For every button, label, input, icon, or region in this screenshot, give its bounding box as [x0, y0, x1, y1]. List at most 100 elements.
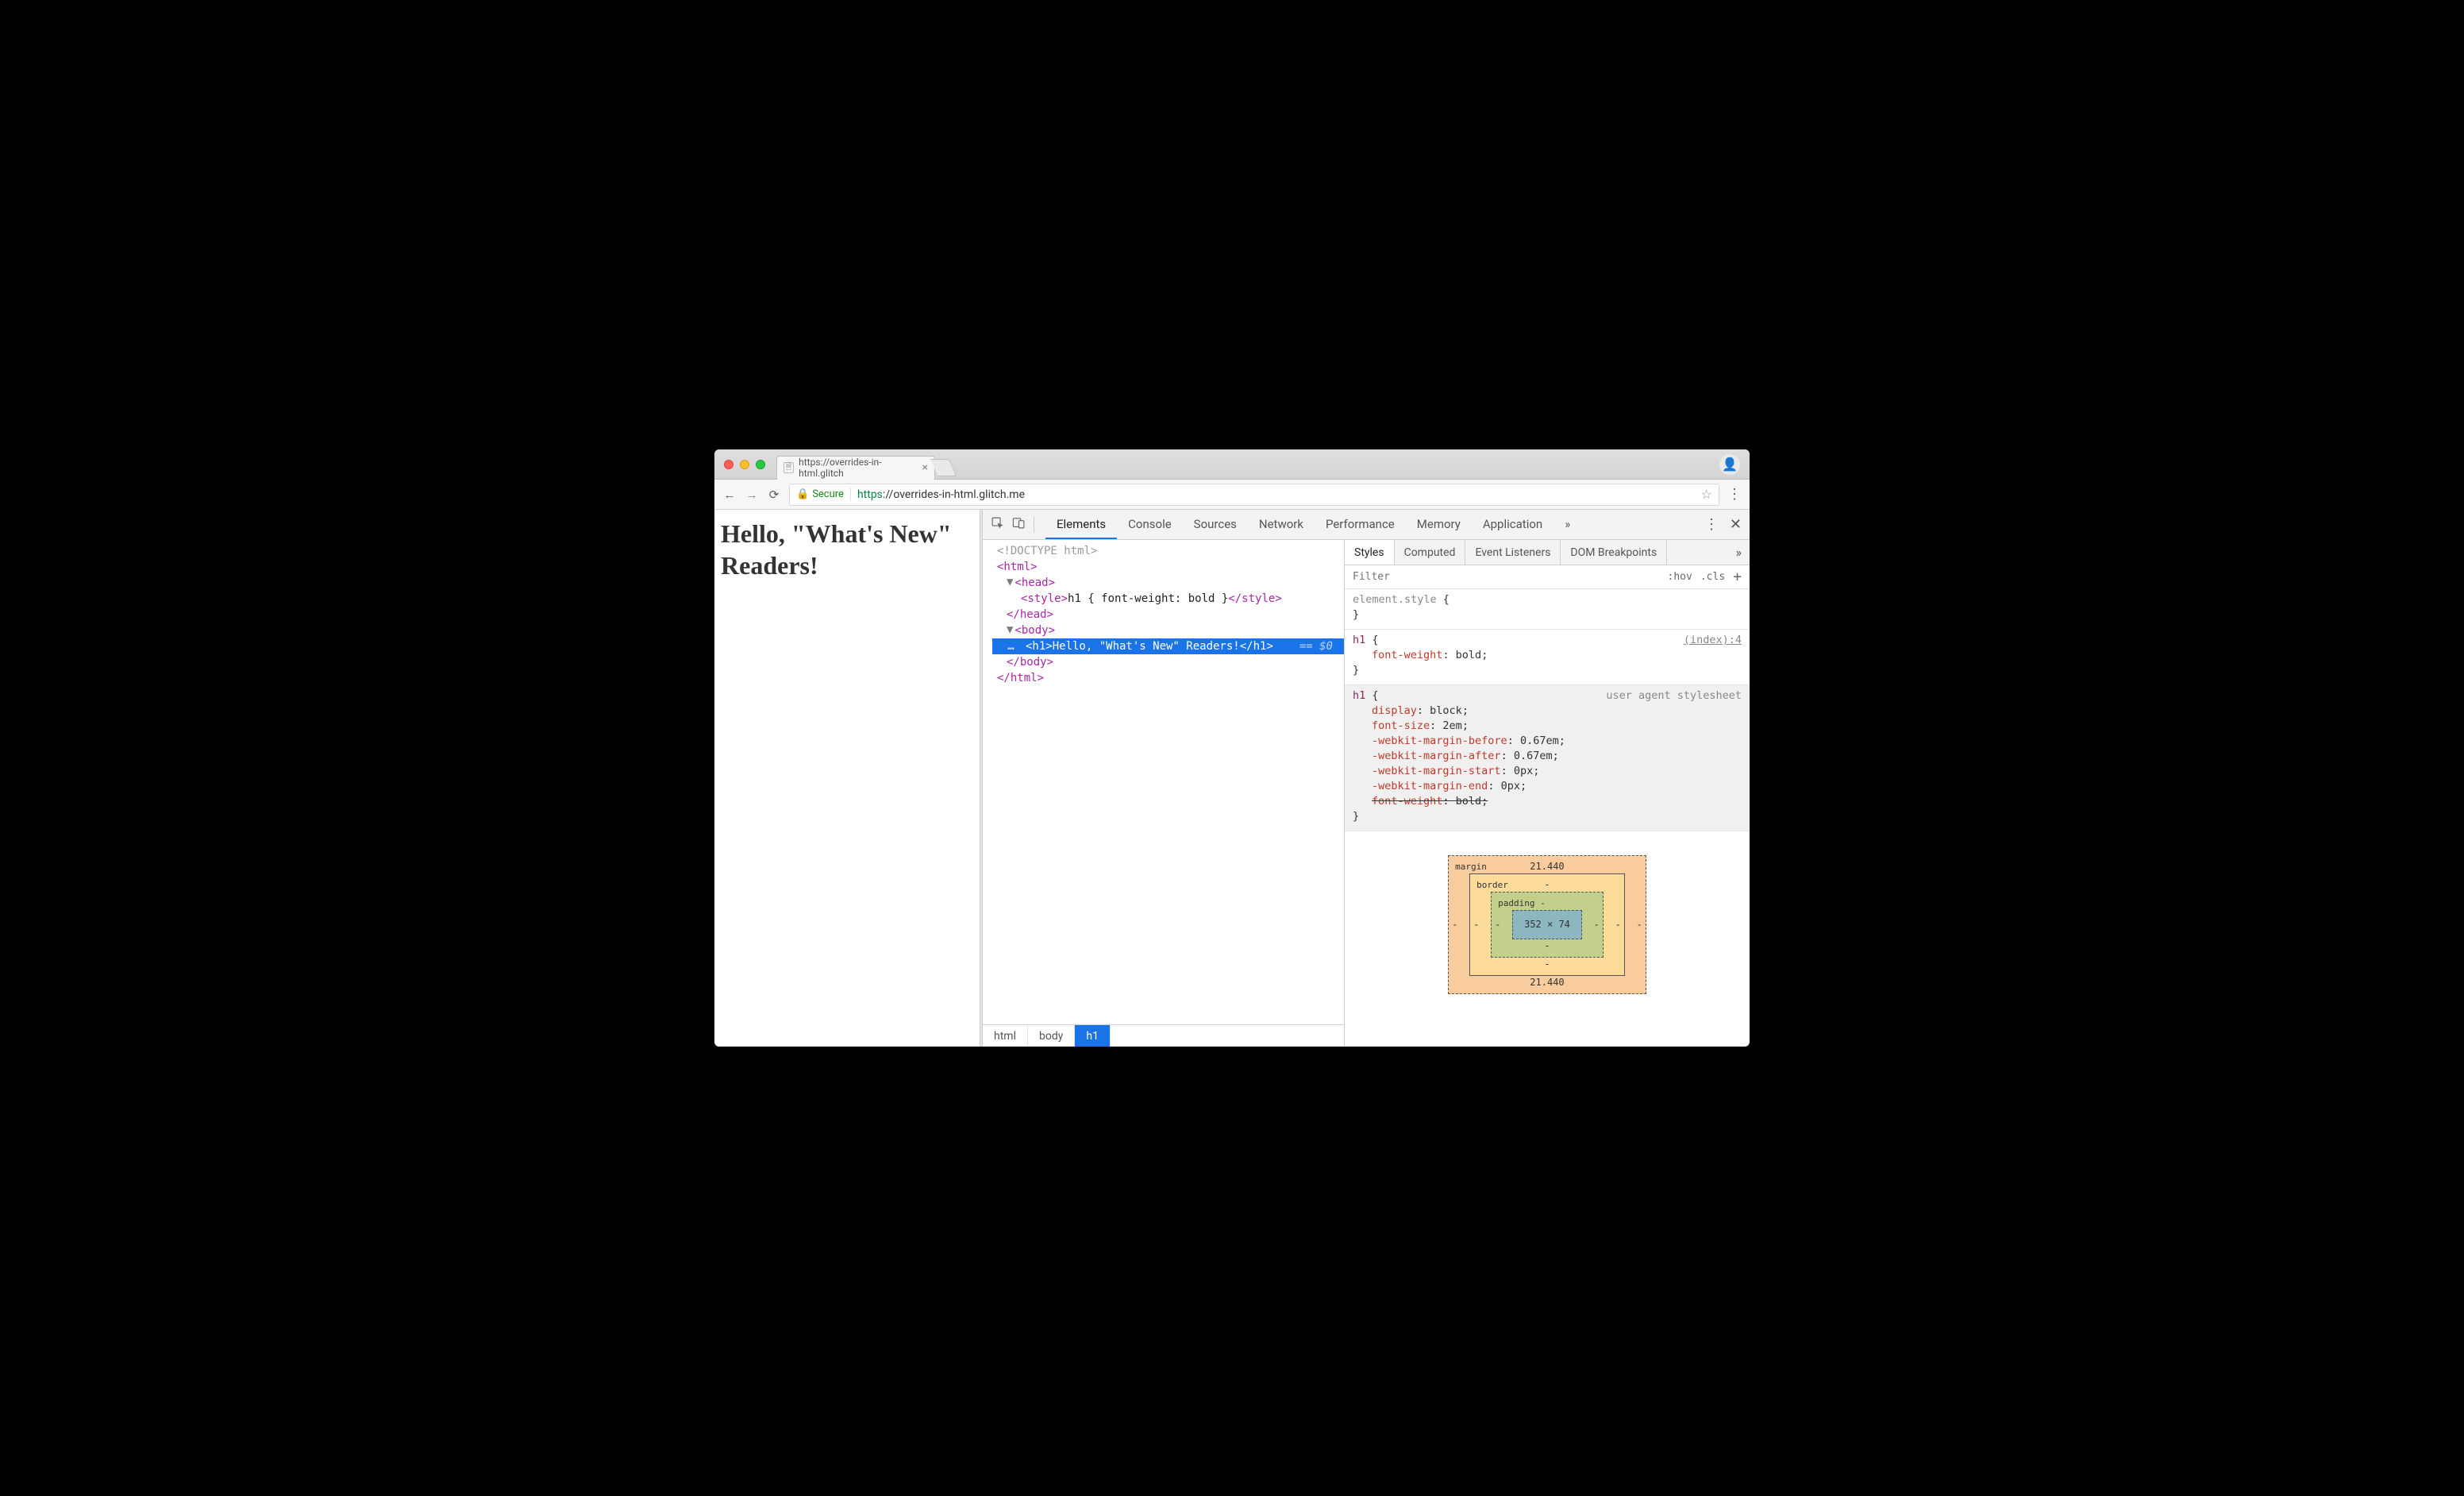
address-bar[interactable]: 🔒 Secure https://overrides-in-html.glitc…	[789, 484, 1719, 506]
back-icon[interactable]: ←	[722, 488, 737, 502]
bookmark-star-icon[interactable]: ☆	[1701, 487, 1712, 502]
decl-prop: -webkit-margin-start	[1372, 765, 1501, 777]
url-scheme: https	[857, 488, 883, 501]
crumb-body[interactable]: body	[1028, 1025, 1075, 1047]
devtools-trailing-icons: ⋮ ✕	[1704, 510, 1742, 539]
brace: }	[1353, 810, 1359, 823]
tab-overflow[interactable]: »	[1553, 510, 1581, 539]
dom-head-close: </head>	[1007, 608, 1053, 621]
devtools-close-icon[interactable]: ✕	[1730, 516, 1742, 533]
rule-source-label: user agent stylesheet	[1606, 688, 1742, 704]
sidebar-tabs-overflow-icon[interactable]: »	[1728, 540, 1750, 565]
selected-gutter: …	[997, 638, 1026, 654]
box-border-right: -	[1615, 917, 1621, 932]
decl-prop: -webkit-margin-after	[1372, 750, 1501, 762]
tab-label: DOM Breakpoints	[1570, 546, 1657, 559]
hov-toggle[interactable]: :hov	[1668, 571, 1692, 583]
declaration[interactable]: -webkit-margin-before: 0.67em;	[1353, 734, 1742, 749]
dom-html-close: </html>	[997, 672, 1044, 684]
box-margin-right: -	[1637, 917, 1642, 932]
dom-style-text: h1 { font-weight: bold }	[1068, 592, 1228, 605]
new-rule-icon[interactable]: +	[1733, 570, 1742, 584]
brace: }	[1353, 664, 1359, 677]
browser-tab[interactable]: 🗎 https://overrides-in-html.glitch ×	[776, 456, 935, 480]
decl-prop: display	[1372, 704, 1417, 717]
crumb-label: html	[994, 1030, 1016, 1043]
rule-h1-user-agent[interactable]: user agent stylesheet h1 { display: bloc…	[1345, 685, 1750, 831]
declaration-overridden[interactable]: font-weight: bold;	[1353, 794, 1742, 809]
dom-h1-text: Hello, "What's New" Readers!	[1053, 640, 1240, 653]
inspect-icon[interactable]	[991, 516, 1004, 533]
device-toggle-icon[interactable]	[1012, 516, 1026, 533]
declaration[interactable]: -webkit-margin-end: 0px;	[1353, 779, 1742, 794]
dom-tree[interactable]: <!DOCTYPE html> <html> ▼<head> <style>h1…	[983, 540, 1344, 1024]
dom-selected-node[interactable]: … <h1>Hello, "What's New" Readers!</h1> …	[992, 638, 1344, 654]
zoom-window-icon[interactable]	[756, 460, 765, 469]
tab-memory[interactable]: Memory	[1406, 510, 1472, 539]
declaration[interactable]: display: block;	[1353, 704, 1742, 719]
reload-icon[interactable]: ⟳	[767, 488, 781, 502]
tab-label: Sources	[1194, 517, 1237, 531]
declaration[interactable]: font-size: 2em;	[1353, 719, 1742, 734]
brace: {	[1365, 689, 1378, 702]
tab-application[interactable]: Application	[1472, 510, 1553, 539]
url-rest: ://overrides-in-html.glitch.me	[883, 488, 1025, 501]
rule-source-link[interactable]: (index):4	[1684, 633, 1742, 648]
secure-badge: 🔒 Secure	[796, 488, 844, 500]
dom-selected-suffix: == $0	[1299, 638, 1339, 654]
crumb-h1[interactable]: h1	[1075, 1025, 1111, 1047]
devtools-body: <!DOCTYPE html> <html> ▼<head> <style>h1…	[983, 540, 1750, 1047]
avatar-glyph: 👤	[1722, 457, 1738, 472]
tab-title: https://overrides-in-html.glitch	[799, 457, 917, 479]
declaration[interactable]: -webkit-margin-start: 0px;	[1353, 764, 1742, 779]
box-border-bottom: -	[1544, 957, 1550, 972]
sidebar-tab-event-listeners[interactable]: Event Listeners	[1465, 540, 1561, 565]
devtools-menu-icon[interactable]: ⋮	[1704, 516, 1719, 533]
sidebar-tab-computed[interactable]: Computed	[1395, 540, 1466, 565]
chevron-right-icon: »	[1565, 517, 1570, 531]
tab-elements[interactable]: Elements	[1045, 510, 1117, 539]
box-content[interactable]: 352 × 74	[1512, 910, 1582, 939]
box-margin-top: 21.440	[1530, 859, 1564, 874]
tab-network[interactable]: Network	[1248, 510, 1315, 539]
box-padding-right: -	[1594, 917, 1600, 932]
rule-h1-author[interactable]: (index):4 h1 { font-weight: bold; }	[1345, 630, 1750, 685]
dom-body-close: </body>	[1007, 656, 1053, 669]
tab-label: Performance	[1326, 517, 1395, 531]
tab-close-icon[interactable]: ×	[922, 462, 928, 473]
style-rules: element.style { } (index):4 h1 { font-we…	[1345, 589, 1750, 1047]
breadcrumb: html body h1	[983, 1024, 1344, 1047]
cls-toggle[interactable]: .cls	[1700, 571, 1725, 583]
declaration[interactable]: -webkit-margin-after: 0.67em;	[1353, 749, 1742, 764]
twisty-icon[interactable]: ▼	[1007, 574, 1013, 590]
box-margin-bottom: 21.440	[1530, 975, 1564, 990]
sidebar-tab-styles[interactable]: Styles	[1345, 540, 1395, 565]
sidebar-tabs: Styles Computed Event Listeners DOM Brea…	[1345, 540, 1750, 565]
dom-style-close: </style>	[1228, 592, 1281, 605]
devtools: Elements Console Sources Network Perform…	[983, 510, 1750, 1047]
box-padding-bottom: -	[1544, 939, 1550, 954]
tab-performance[interactable]: Performance	[1315, 510, 1406, 539]
browser-menu-icon[interactable]: ⋮	[1727, 488, 1742, 502]
box-border[interactable]: border - - - - padding - - -	[1469, 873, 1625, 976]
content-area: Hello, "What's New" Readers! Elements Co…	[714, 510, 1750, 1047]
tab-console[interactable]: Console	[1117, 510, 1183, 539]
url-text: https://overrides-in-html.glitch.me	[857, 488, 1025, 501]
minimize-window-icon[interactable]	[740, 460, 749, 469]
styles-filter-input[interactable]	[1353, 571, 1448, 583]
browser-window: 🗎 https://overrides-in-html.glitch × 👤 ←…	[714, 449, 1750, 1047]
twisty-icon[interactable]: ▼	[1007, 622, 1013, 638]
box-padding-label: padding -	[1498, 896, 1546, 911]
close-window-icon[interactable]	[724, 460, 733, 469]
crumb-html[interactable]: html	[983, 1025, 1028, 1047]
profile-avatar-icon[interactable]: 👤	[1719, 454, 1740, 475]
tab-sources[interactable]: Sources	[1183, 510, 1248, 539]
rendered-page: Hello, "What's New" Readers!	[714, 510, 980, 1047]
box-margin[interactable]: margin 21.440 21.440 - - border - -	[1448, 855, 1646, 994]
rule-selector: element.style	[1353, 593, 1437, 606]
rule-element-style[interactable]: element.style { }	[1345, 589, 1750, 630]
sidebar-tab-dom-breakpoints[interactable]: DOM Breakpoints	[1561, 540, 1667, 565]
box-padding[interactable]: padding - - - - 352 × 74	[1491, 892, 1604, 958]
forward-icon[interactable]: →	[745, 488, 759, 502]
declaration[interactable]: font-weight: bold;	[1353, 648, 1742, 663]
